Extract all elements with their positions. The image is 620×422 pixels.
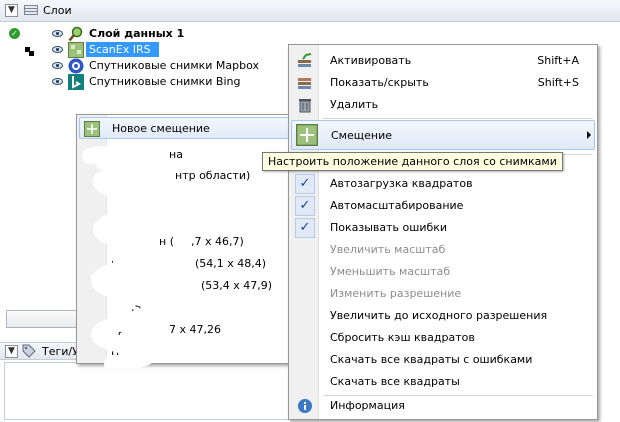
tree-row-scanex[interactable]: ScanEx IRS bbox=[0, 42, 300, 58]
menu-item-label: Информация bbox=[330, 399, 405, 412]
tree-label: Слой данных 1 bbox=[89, 27, 185, 40]
tree-label: Спутниковые снимки Bing bbox=[89, 75, 241, 88]
tree-label: ScanEx IRS bbox=[86, 42, 159, 57]
menu-item-show-hide[interactable]: Показать/скрыть Shift+S bbox=[291, 72, 595, 94]
menu-separator bbox=[323, 118, 593, 119]
menu-item-label: Скачать все квадраты bbox=[330, 375, 460, 388]
redaction-scribble bbox=[82, 146, 164, 368]
menu-item-activate[interactable]: Активировать Shift+A bbox=[291, 50, 595, 72]
submenu-partial-text: ,7 x 46,7) bbox=[191, 235, 244, 248]
collapse-tags-button[interactable]: ▼ bbox=[5, 345, 18, 358]
search-layer-icon bbox=[68, 26, 83, 42]
submenu-partial-text: на bbox=[169, 148, 183, 161]
layer-context-menu: Активировать Shift+A Показать/скрыть Shi… bbox=[288, 44, 598, 420]
menu-item-label: Автозагрузка квадратов bbox=[330, 177, 473, 190]
menu-item-label: Скачать все квадраты с ошибками bbox=[330, 353, 533, 366]
layers-panel-header: ▼ Слои bbox=[0, 0, 620, 22]
submenu-arrow-icon bbox=[587, 131, 591, 139]
menu-item-new-offset[interactable]: Новое смещение bbox=[79, 117, 291, 139]
layers-stack-icon bbox=[23, 5, 39, 17]
tags-panel-title: Теги/У bbox=[42, 345, 79, 358]
eye-icon[interactable] bbox=[52, 78, 63, 85]
menu-item-reset-cache[interactable]: Сбросить кэш квадратов bbox=[291, 327, 595, 349]
menu-item-label: Активировать bbox=[330, 54, 412, 67]
menu-item-show-errors[interactable]: ✓ Показывать ошибки bbox=[291, 217, 595, 239]
checkmark-icon: ✓ bbox=[295, 218, 315, 238]
menu-item-label: Показывать ошибки bbox=[330, 221, 448, 234]
menu-item-shortcut: Shift+S bbox=[537, 76, 579, 89]
tag-icon bbox=[22, 344, 36, 358]
info-icon bbox=[298, 399, 312, 413]
toggle-visibility-icon bbox=[298, 78, 311, 89]
submenu-partial-text: нтр области) bbox=[175, 169, 251, 182]
menu-item-change-resolution: Изменить разрешение bbox=[291, 283, 595, 305]
offset-icon bbox=[84, 121, 100, 137]
menu-item-download-error-tiles[interactable]: Скачать все квадраты с ошибками bbox=[291, 349, 595, 371]
activate-layer-icon bbox=[298, 53, 312, 67]
menu-item-label: Изменить разрешение bbox=[330, 287, 462, 300]
menu-item-shortcut: Shift+A bbox=[537, 54, 579, 67]
tree-row-mapbox[interactable]: Спутниковые снимки Mapbox bbox=[0, 58, 300, 74]
tree-row-data-layer[interactable]: ✓ Слой данных 1 bbox=[0, 26, 300, 42]
eye-icon[interactable] bbox=[52, 46, 63, 53]
app-window: ▼ Слои ✓ Слой данных 1 ScanEx IRS Спутни… bbox=[0, 0, 620, 422]
menu-item-label: Увеличить масштаб bbox=[330, 243, 446, 256]
checkmark-icon: ✓ bbox=[295, 196, 315, 216]
menu-item-label: Увеличить до исходного разрешения bbox=[330, 309, 548, 322]
menu-item-label: Сбросить кэш квадратов bbox=[330, 331, 475, 344]
menu-item-label: Показать/скрыть bbox=[330, 76, 429, 89]
satellite-tiles-icon bbox=[68, 42, 84, 58]
eye-icon[interactable] bbox=[52, 62, 63, 69]
tags-panel-body bbox=[4, 362, 290, 420]
bing-logo-icon bbox=[68, 74, 84, 90]
menu-item-offset[interactable]: Смещение bbox=[291, 120, 595, 150]
menu-item-delete[interactable]: Удалить bbox=[291, 94, 595, 116]
menu-item-autoload-tiles[interactable]: ✓ Автозагрузка квадратов bbox=[291, 173, 595, 195]
expander-icon bbox=[29, 51, 34, 56]
menu-item-label: Смещение bbox=[331, 129, 392, 142]
menu-item-autoscale[interactable]: ✓ Автомасштабирование bbox=[291, 195, 595, 217]
mapbox-logo-icon bbox=[68, 58, 84, 74]
active-check-icon: ✓ bbox=[9, 28, 20, 39]
tree-row-bing[interactable]: Спутниковые снимки Bing bbox=[0, 74, 300, 90]
offset-icon bbox=[296, 124, 318, 146]
layers-panel-title: Слои bbox=[43, 4, 72, 17]
menu-item-label: Уменьшить масштаб bbox=[330, 265, 451, 278]
menu-item-info[interactable]: Информация bbox=[291, 395, 595, 417]
menu-item-label: Новое смещение bbox=[112, 122, 210, 135]
menu-item-zoom-out: Уменьшить масштаб bbox=[291, 261, 595, 283]
offset-tooltip: Настроить положение данного слоя со сним… bbox=[262, 152, 563, 171]
tree-label: Спутниковые снимки Mapbox bbox=[89, 59, 260, 72]
submenu-partial-text: (54,1 x 48,4) bbox=[195, 257, 267, 270]
collapse-layers-button[interactable]: ▼ bbox=[5, 4, 18, 17]
trash-icon bbox=[299, 99, 311, 113]
checkmark-icon: ✓ bbox=[295, 174, 315, 194]
menu-item-zoom-in: Увеличить масштаб bbox=[291, 239, 595, 261]
menu-item-zoom-native[interactable]: Увеличить до исходного разрешения bbox=[291, 305, 595, 327]
submenu-partial-text: 7 x 47,26 bbox=[169, 323, 221, 336]
menu-item-label: Удалить bbox=[330, 98, 379, 111]
submenu-partial-text: (53,4 x 47,9) bbox=[201, 279, 273, 292]
menu-item-download-all-tiles[interactable]: Скачать все квадраты bbox=[291, 371, 595, 393]
menu-item-label: Автомасштабирование bbox=[330, 199, 464, 212]
eye-icon[interactable] bbox=[52, 30, 63, 37]
